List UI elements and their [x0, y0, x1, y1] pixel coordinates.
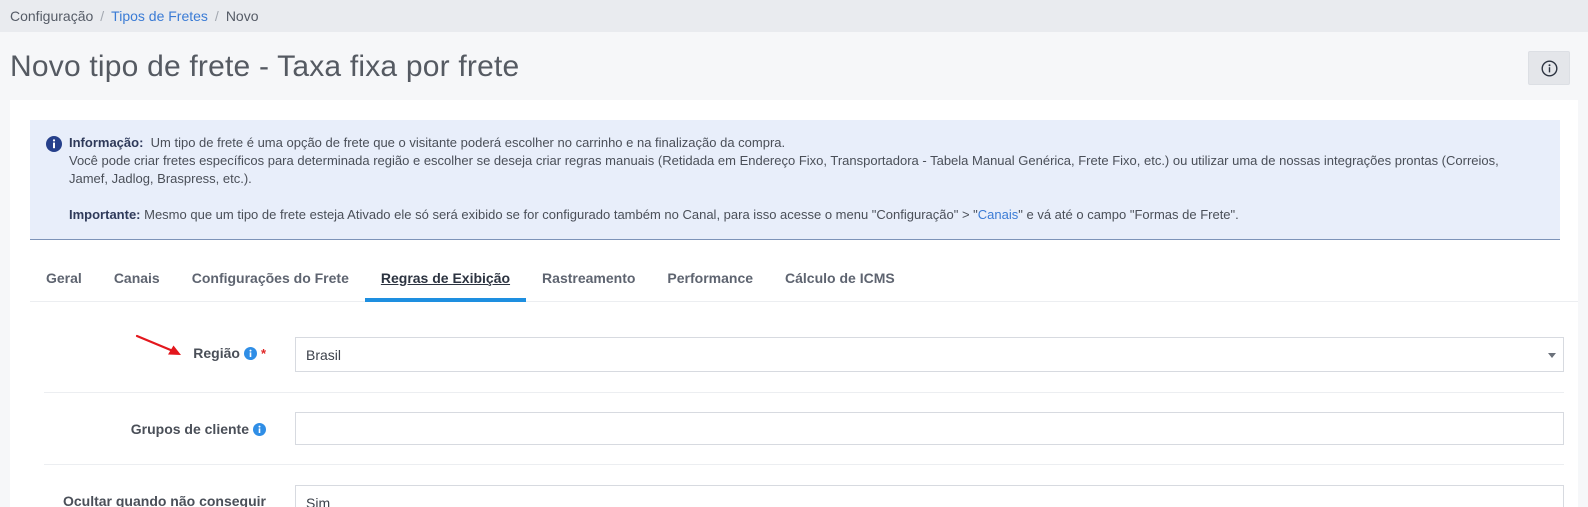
- required-asterisk: *: [260, 345, 266, 361]
- grupos-de-cliente-input[interactable]: [295, 412, 1564, 445]
- alert-important-text-a: Mesmo que um tipo de frete esteja Ativad…: [144, 207, 978, 222]
- form-row-grupos-de-cliente: Grupos de cliente: [44, 393, 1564, 465]
- regiao-label-group: Região *: [193, 345, 266, 361]
- tab-calculo-de-icms[interactable]: Cálculo de ICMS: [769, 260, 911, 301]
- info-circle-icon: [46, 136, 62, 152]
- alert-canais-link[interactable]: Canais: [978, 207, 1018, 222]
- ocultar-label: Ocultar quando não conseguir: [62, 493, 266, 507]
- ocultar-select-value: Sim: [306, 494, 331, 507]
- grupos-de-cliente-label: Grupos de cliente: [130, 421, 249, 437]
- ocultar-label-group: Ocultar quando não conseguir: [63, 493, 266, 507]
- info-circle-icon: [1540, 59, 1558, 77]
- tab-geral[interactable]: Geral: [30, 260, 98, 301]
- ocultar-select[interactable]: Sim: [295, 485, 1564, 507]
- tab-rastreamento[interactable]: Rastreamento: [526, 260, 651, 301]
- alert-important-text-b: " e vá até o campo "Formas de Frete".: [1018, 207, 1239, 222]
- tabs-bar: Geral Canais Configurações do Frete Regr…: [30, 260, 1578, 302]
- breadcrumb-item-novo: Novo: [225, 8, 259, 24]
- chevron-down-icon: [1548, 353, 1556, 358]
- info-dot-icon[interactable]: [253, 422, 266, 436]
- breadcrumb-item-tipos-de-fretes[interactable]: Tipos de Fretes: [111, 8, 208, 24]
- breadcrumb-item-configuracao[interactable]: Configuração: [10, 8, 93, 24]
- page-header: Novo tipo de frete - Taxa fixa por frete: [0, 32, 1588, 100]
- breadcrumb-separator: /: [214, 8, 219, 24]
- regiao-select[interactable]: Brasil: [295, 337, 1564, 372]
- info-alert: Informação: Um tipo de frete é uma opção…: [30, 120, 1560, 240]
- tab-canais[interactable]: Canais: [98, 260, 176, 301]
- breadcrumb: Configuração / Tipos de Fretes / Novo: [0, 0, 1588, 32]
- main-card: Informação: Um tipo de frete é uma opção…: [10, 100, 1578, 507]
- red-arrow-annotation: [135, 334, 181, 355]
- info-dot-icon[interactable]: [243, 346, 257, 360]
- regiao-select-value: Brasil: [306, 346, 342, 363]
- help-info-button[interactable]: [1528, 51, 1570, 85]
- tab-performance[interactable]: Performance: [651, 260, 769, 301]
- breadcrumb-separator: /: [100, 8, 105, 24]
- alert-info-line2: Você pode criar fretes específicos para …: [69, 153, 1499, 186]
- grupos-label-group: Grupos de cliente: [131, 421, 266, 437]
- form-row-regiao: Região * Brasil: [44, 316, 1564, 393]
- page-title: Novo tipo de frete - Taxa fixa por frete: [10, 50, 520, 83]
- tab-regras-de-exibicao[interactable]: Regras de Exibição: [364, 260, 527, 302]
- alert-important-label: Importante:: [69, 207, 141, 222]
- regiao-label: Região: [193, 345, 240, 361]
- form-row-ocultar: Ocultar quando não conseguir Sim: [44, 465, 1564, 507]
- tab-configuracoes-do-frete[interactable]: Configurações do Frete: [176, 260, 365, 301]
- alert-info-line1: Um tipo de frete é uma opção de frete qu…: [150, 135, 786, 150]
- alert-info-label: Informação:: [69, 135, 144, 150]
- alert-body: Informação: Um tipo de frete é uma opção…: [69, 134, 1520, 224]
